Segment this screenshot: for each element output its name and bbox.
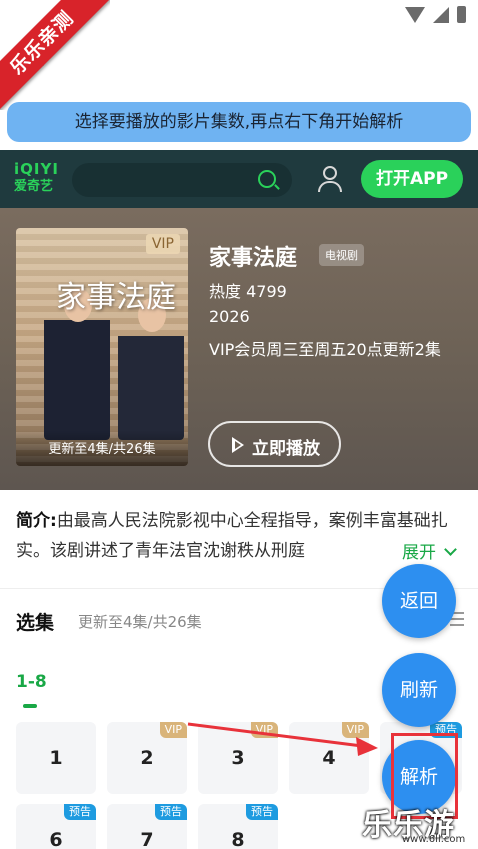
play-icon: [232, 437, 244, 453]
site-header: iQIYI 爱奇艺 打开APP: [0, 150, 478, 208]
synopsis-label: 简介:: [16, 511, 57, 531]
battery-icon: [457, 6, 466, 23]
logo-line-2: 爱奇艺: [14, 179, 54, 194]
episode-number: 6: [49, 829, 63, 849]
vip-badge: VIP: [341, 722, 369, 738]
wifi-icon: [405, 6, 425, 23]
user-icon[interactable]: [318, 166, 342, 192]
poster-title: 家事法庭: [56, 280, 176, 315]
episodes-title: 选集: [16, 612, 55, 634]
episode-number: 1: [49, 747, 63, 769]
episode-1[interactable]: 1: [16, 722, 96, 794]
ribbon-label: 乐乐亲测: [0, 0, 110, 110]
episode-number: 3: [231, 747, 245, 769]
search-icon[interactable]: [258, 170, 276, 188]
refresh-button[interactable]: 刷新: [382, 653, 456, 727]
episode-7[interactable]: 7 预告: [107, 804, 187, 849]
preview-badge: 预告: [155, 804, 187, 820]
poster-update-text: 更新至4集/共26集: [16, 430, 188, 466]
episode-number: 2: [140, 747, 154, 769]
heat-text: 热度 4799: [209, 282, 287, 301]
episode-6[interactable]: 6 预告: [16, 804, 96, 849]
poster-vip-badge: VIP: [145, 234, 180, 254]
synopsis: 简介:由最高人民法院影视中心全程指导，案例丰富基础扎实。该剧讲述了青年法官沈谢秩…: [16, 506, 456, 566]
episode-number: 7: [140, 829, 154, 849]
episodes-subtitle: 更新至4集/共26集: [78, 613, 202, 631]
show-title: 家事法庭: [209, 246, 298, 271]
episode-8[interactable]: 8 预告: [198, 804, 278, 849]
episode-4[interactable]: 4 VIP: [289, 722, 369, 794]
episode-number: 8: [231, 829, 245, 849]
search-input[interactable]: [72, 163, 292, 197]
genre-tag: 电视剧: [319, 244, 364, 266]
play-now-button[interactable]: 立即播放: [208, 421, 341, 467]
play-now-label: 立即播放: [252, 439, 320, 459]
expand-button[interactable]: 展开: [400, 538, 457, 563]
iqiyi-logo[interactable]: iQIYI 爱奇艺: [14, 161, 59, 195]
status-icons: [405, 6, 466, 23]
schedule-text: VIP会员周三至周五20点更新2集: [209, 340, 441, 359]
corner-ribbon: 乐乐亲测: [0, 0, 110, 110]
synopsis-text: 由最高人民法院影视中心全程指导，案例丰富基础扎实。该剧讲述了青年法官沈谢秩从刑庭: [16, 511, 448, 561]
preview-badge: 预告: [246, 804, 278, 820]
chevron-down-icon: [444, 543, 457, 556]
signal-icon: [433, 6, 449, 23]
episode-3[interactable]: 3 VIP: [198, 722, 278, 794]
show-poster[interactable]: 家事法庭 VIP 更新至4集/共26集: [16, 228, 188, 466]
range-tab-1-8[interactable]: 1-8: [16, 672, 47, 692]
logo-line-1: iQIYI: [14, 160, 59, 178]
episode-2[interactable]: 2 VIP: [107, 722, 187, 794]
watermark-url: www.6ll.com: [402, 834, 466, 845]
episode-number: 4: [322, 747, 336, 769]
poster-figure-female: [118, 298, 184, 440]
open-app-button[interactable]: 打开APP: [361, 160, 463, 198]
vip-badge: VIP: [250, 722, 278, 738]
range-tab-indicator: [23, 704, 37, 708]
back-button[interactable]: 返回: [382, 564, 456, 638]
show-hero: 家事法庭 VIP 更新至4集/共26集 家事法庭 电视剧 热度 4799 202…: [0, 208, 478, 490]
year-text: 2026: [209, 307, 250, 326]
preview-badge: 预告: [64, 804, 96, 820]
expand-label: 展开: [402, 543, 436, 563]
vip-badge: VIP: [159, 722, 187, 738]
